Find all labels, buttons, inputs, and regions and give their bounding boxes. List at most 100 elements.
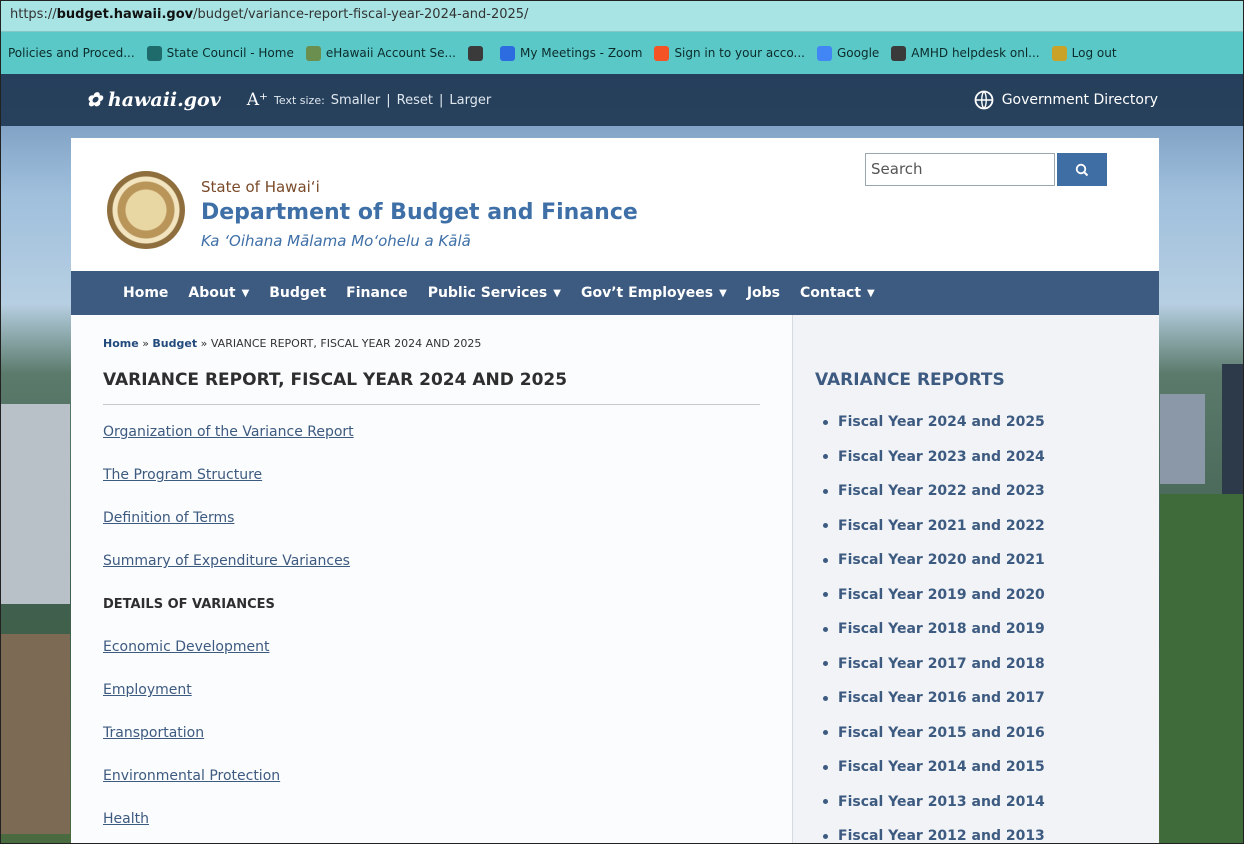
state-seal-icon[interactable] [107,171,185,249]
content-link[interactable]: Employment [103,681,354,700]
sidebar-report-link[interactable]: Fiscal Year 2024 and 2025 [823,405,1045,440]
content-link[interactable]: Organization of the Variance Report [103,423,354,442]
bookmark-label: eHawaii Account Se... [325,46,456,60]
logout-icon [1051,45,1067,61]
caret-down-icon: ▼ [867,287,875,299]
url-prefix: https:// [10,7,57,22]
sidebar-report-link[interactable]: Fiscal Year 2013 and 2014 [823,785,1045,820]
bookmark-label: AMHD helpdesk onl... [911,46,1040,60]
bookmark-label: State Council - Home [166,46,294,60]
globe-icon [974,90,994,110]
breadcrumb-budget[interactable]: Budget [152,337,197,350]
bookmark-item[interactable]: eHawaii Account Se... [305,45,456,61]
bookmark-item[interactable]: AMHD helpdesk onl... [891,45,1040,61]
bookmark-label: Sign in to your acco... [674,46,805,60]
bullet-icon [823,626,828,632]
sidebar-report-link[interactable]: Fiscal Year 2020 and 2021 [823,543,1045,578]
report-contents-list: Organization of the Variance Report The P… [103,423,354,844]
bullet-icon [823,454,828,460]
nav-item-label: About [188,285,236,301]
microsoft-icon [654,45,670,61]
sidebar-report-label: Fiscal Year 2013 and 2014 [838,793,1045,810]
bullet-icon [823,557,828,563]
nav-item[interactable]: Jobs [737,285,790,301]
bookmark-label: My Meetings - Zoom [519,46,643,60]
sidebar-report-label: Fiscal Year 2018 and 2019 [838,621,1045,638]
sidebar-report-link[interactable]: Fiscal Year 2016 and 2017 [823,681,1045,716]
nav-item[interactable]: Home [113,285,178,301]
nav-item-label: Gov’t Employees [580,285,714,301]
government-directory-link[interactable]: Government Directory [974,90,1158,110]
text-larger-link[interactable]: Larger [449,93,491,108]
state-name: State of Hawai‘i [201,178,320,196]
nav-item[interactable]: Gov’t Employees ▼ [571,285,737,301]
sidebar-report-label: Fiscal Year 2023 and 2024 [838,448,1045,465]
content-link[interactable]: Transportation [103,724,354,743]
content-link[interactable]: The Program Structure [103,466,354,485]
bookmark-item[interactable]: Sign in to your acco... [654,45,805,61]
nav-item[interactable]: Budget [259,285,336,301]
sidebar-report-link[interactable]: Fiscal Year 2022 and 2023 [823,474,1045,509]
nav-item-label: Jobs [746,285,781,301]
text-size-controls: A⁺ Text size: Smaller | Reset | Larger [247,90,492,110]
nav-item-label: Home [123,285,169,301]
breadcrumb-home[interactable]: Home [103,337,139,350]
bookmark-item[interactable]: My Meetings - Zoom [499,45,643,61]
nav-item[interactable]: Contact ▼ [790,285,885,301]
search-input[interactable]: Search [865,153,1055,186]
department-name[interactable]: Department of Budget and Finance [201,200,638,225]
bookmark-item[interactable]: Log out [1051,45,1117,61]
text-reset-link[interactable]: Reset [397,93,433,108]
sidebar-report-link[interactable]: Fiscal Year 2012 and 2013 [823,819,1045,844]
bullet-icon [823,799,828,805]
main-nav: Home About ▼ Budget Finance Public Services ▼ G… [71,271,1159,315]
sidebar-report-link[interactable]: Fiscal Year 2023 and 2024 [823,440,1045,475]
bookmark-item[interactable] [467,45,488,61]
site-header: State of Hawai‘i Department of Budget an… [71,138,1159,271]
sidebar-report-label: Fiscal Year 2014 and 2015 [838,759,1045,776]
hawaii-gov-logo-text: hawaii.gov [107,89,221,111]
breadcrumb-separator: » [200,337,208,350]
address-bar[interactable]: https://budget.hawaii.gov/budget/varianc… [0,0,1244,32]
caret-down-icon: ▼ [241,287,250,299]
sidebar-report-label: Fiscal Year 2021 and 2022 [838,517,1045,534]
bullet-icon [823,488,828,494]
sidebar-report-link[interactable]: Fiscal Year 2017 and 2018 [823,647,1045,682]
sidebar-report-link[interactable]: Fiscal Year 2021 and 2022 [823,509,1045,544]
bullet-icon [823,730,828,736]
sidebar-report-label: Fiscal Year 2012 and 2013 [838,828,1045,844]
sidebar-report-link[interactable]: Fiscal Year 2015 and 2016 [823,716,1045,751]
bookmark-item[interactable]: Google [816,45,880,61]
caret-down-icon: ▼ [719,287,727,299]
sidebar-report-link[interactable]: Fiscal Year 2014 and 2015 [823,750,1045,785]
content-link[interactable]: Environmental Protection [103,767,354,786]
text-size-separator: | [386,92,391,108]
breadcrumb-separator: » [142,337,149,350]
flower-icon: ✿ [86,89,102,111]
content-link[interactable]: Health [103,810,354,829]
bookmark-label: Log out [1071,46,1117,60]
sidebar-report-link[interactable]: Fiscal Year 2019 and 2020 [823,578,1045,613]
hawaiian-name: Ka ‘Oihana Mālama Mo‘ohelu a Kālā [201,232,471,250]
text-smaller-link[interactable]: Smaller [331,93,380,108]
breadcrumb-current: VARIANCE REPORT, FISCAL YEAR 2024 AND 20… [210,337,482,350]
nav-item[interactable]: Public Services ▼ [418,285,571,301]
search-button[interactable] [1057,153,1107,186]
content-link[interactable]: Summary of Expenditure Variances [103,552,354,571]
bullet-icon [823,764,828,770]
bookmarks-bar: Policies and Proced... State Council - Ho… [0,32,1244,74]
content-link[interactable]: Definition of Terms [103,509,354,528]
bookmark-item[interactable]: Policies and Proced... [8,46,135,60]
text-size-separator: | [438,92,444,108]
sidebar-report-label: Fiscal Year 2020 and 2021 [838,552,1045,569]
bookmark-item[interactable]: State Council - Home [146,45,294,61]
caret-down-icon: ▼ [553,287,561,299]
hawaii-gov-logo[interactable]: ✿ hawaii.gov [86,89,221,111]
content-link[interactable]: Economic Development [103,638,354,657]
nav-item[interactable]: Finance [336,285,418,301]
nav-item[interactable]: About ▼ [178,285,259,301]
gov-header: ✿ hawaii.gov A⁺ Text size: Smaller | Res… [0,74,1244,126]
bullet-icon [823,695,828,701]
bookmark-label: Google [836,46,880,60]
sidebar-report-link[interactable]: Fiscal Year 2018 and 2019 [823,612,1045,647]
